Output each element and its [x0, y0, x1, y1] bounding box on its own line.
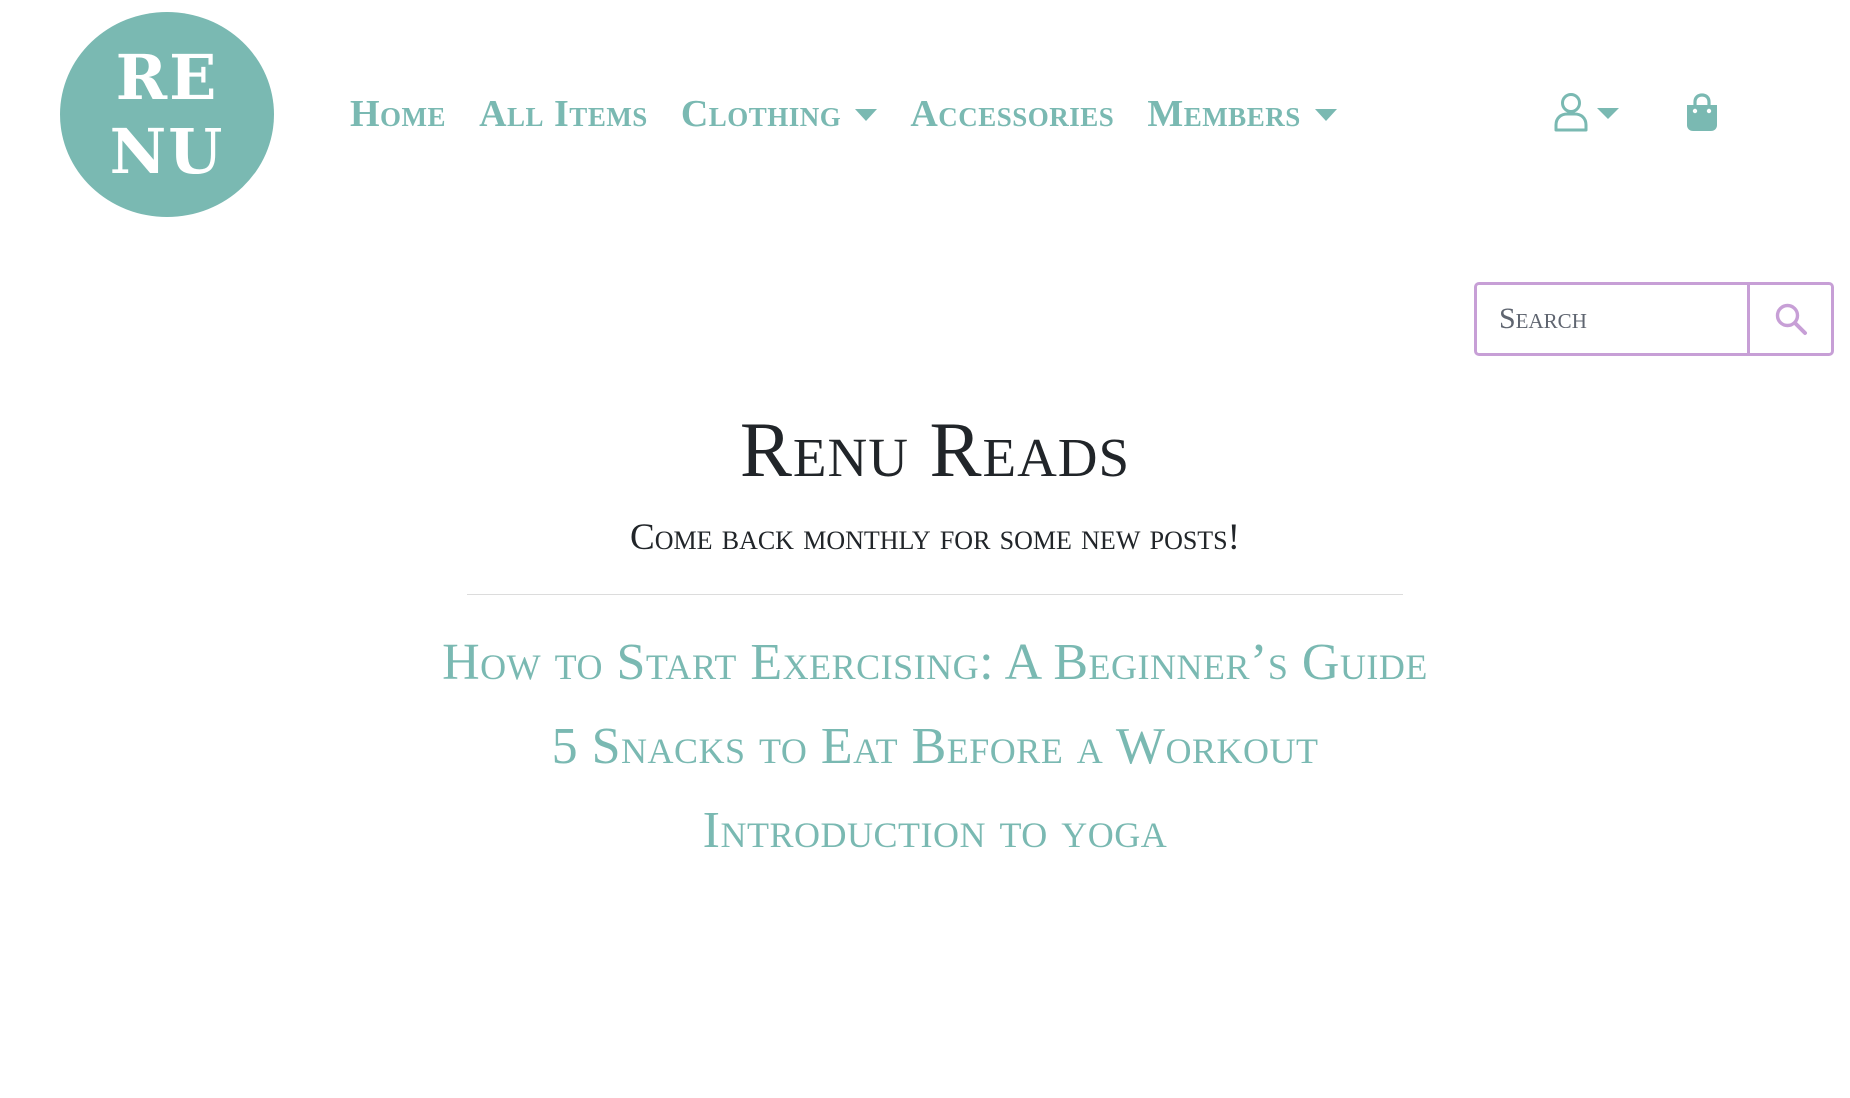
user-icon: [1554, 93, 1588, 132]
nav-home[interactable]: Home: [350, 92, 446, 136]
search-button[interactable]: [1747, 282, 1834, 356]
main-content: Renu Reads Come back monthly for some ne…: [0, 400, 1850, 873]
nav-clothing-label: Clothing: [680, 93, 842, 135]
post-link[interactable]: Introduction to yoga: [0, 789, 1850, 873]
nav-accessories[interactable]: Accessories: [910, 92, 1114, 136]
site-logo[interactable]: RE NU: [60, 12, 274, 217]
logo-line-1: RE: [115, 40, 219, 114]
search-input[interactable]: [1474, 282, 1750, 356]
caret-down-icon: [1597, 107, 1619, 119]
search-icon: [1775, 303, 1807, 335]
shopping-bag-icon[interactable]: [1684, 92, 1720, 132]
post-link[interactable]: How to Start Exercising: A Beginner’s Gu…: [0, 621, 1850, 705]
list-item: Introduction to yoga: [0, 789, 1850, 873]
account-dropdown[interactable]: [1553, 90, 1619, 134]
divider: [467, 594, 1403, 595]
caret-down-icon: [1314, 109, 1337, 121]
logo-line-2: NU: [109, 114, 225, 188]
nav-clothing-dropdown[interactable]: Clothing: [680, 92, 878, 136]
nav-all-items-label: All Items: [479, 93, 648, 135]
list-item: How to Start Exercising: A Beginner’s Gu…: [0, 621, 1850, 705]
nav-members-dropdown[interactable]: Members: [1147, 92, 1337, 136]
caret-down-icon: [855, 109, 878, 121]
nav-home-label: Home: [350, 93, 447, 135]
search-form: [1474, 282, 1834, 356]
page-subtitle: Come back monthly for some new posts!: [630, 517, 1240, 558]
main-nav: Home All Items Clothing Accessories Memb…: [350, 90, 1370, 138]
nav-all-items[interactable]: All Items: [479, 92, 648, 136]
nav-accessories-label: Accessories: [910, 93, 1115, 135]
page-title: Renu Reads: [739, 406, 1131, 493]
nav-members-label: Members: [1147, 93, 1301, 135]
post-link[interactable]: 5 Snacks to Eat Before a Workout: [0, 705, 1850, 789]
list-item: 5 Snacks to Eat Before a Workout: [0, 705, 1850, 789]
post-list: How to Start Exercising: A Beginner’s Gu…: [0, 621, 1850, 873]
